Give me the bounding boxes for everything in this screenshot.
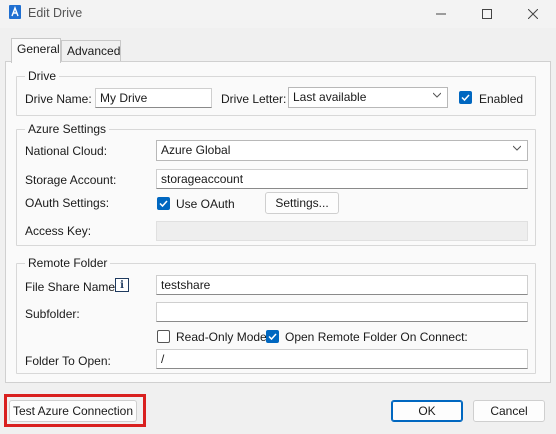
remote-folder-title: Remote Folder: [25, 256, 111, 270]
national-cloud-value: Azure Global: [161, 143, 231, 157]
minimize-button[interactable]: [418, 0, 464, 28]
oauth-settings-label: OAuth Settings:: [25, 196, 110, 210]
azure-settings-title: Azure Settings: [25, 122, 110, 136]
enabled-checkbox[interactable]: [459, 91, 472, 104]
chevron-down-icon: [513, 145, 521, 151]
folder-to-open-label: Folder To Open:: [25, 354, 111, 368]
azure-drive-icon: [9, 5, 21, 19]
chevron-down-icon: [433, 92, 441, 98]
storage-account-label: Storage Account:: [25, 173, 117, 187]
maximize-icon: [482, 9, 492, 19]
highlight-annotation: [4, 394, 146, 427]
drive-group-title: Drive: [25, 69, 60, 83]
enabled-label: Enabled: [479, 92, 524, 106]
close-icon: [528, 9, 538, 19]
info-icon[interactable]: i: [115, 278, 129, 292]
file-share-name-label: File Share Name:: [25, 280, 119, 294]
drive-letter-label: Drive Letter:: [221, 92, 287, 106]
national-cloud-select[interactable]: Azure Global: [156, 140, 528, 161]
subfolder-input[interactable]: [156, 302, 528, 322]
read-only-checkbox[interactable]: [157, 330, 170, 343]
maximize-button[interactable]: [464, 0, 510, 28]
ok-button[interactable]: OK: [391, 400, 463, 422]
drive-name-input[interactable]: My Drive: [95, 88, 212, 108]
subfolder-label: Subfolder:: [25, 307, 80, 321]
tab-advanced[interactable]: Advanced: [61, 40, 121, 62]
tab-general[interactable]: General: [11, 38, 61, 63]
close-button[interactable]: [510, 0, 556, 28]
cancel-button[interactable]: Cancel: [473, 400, 545, 422]
access-key-input[interactable]: [156, 221, 528, 241]
minimize-icon: [436, 13, 446, 15]
use-oauth-checkbox[interactable]: [157, 197, 170, 210]
drive-name-label: Drive Name:: [25, 92, 92, 106]
open-remote-folder-label: Open Remote Folder On Connect:: [285, 330, 468, 344]
read-only-label: Read-Only Mode: [176, 330, 267, 344]
drive-letter-value: Last available: [293, 90, 367, 104]
folder-to-open-input[interactable]: /: [156, 349, 528, 369]
drive-letter-select[interactable]: Last available: [288, 87, 448, 108]
checkmark-icon: [159, 200, 168, 208]
oauth-settings-button[interactable]: Settings...: [265, 192, 339, 214]
open-remote-folder-checkbox[interactable]: [266, 330, 279, 343]
national-cloud-label: National Cloud:: [25, 144, 108, 158]
storage-account-input[interactable]: storageaccount: [156, 169, 528, 189]
access-key-label: Access Key:: [25, 224, 92, 238]
file-share-name-input[interactable]: testshare: [156, 275, 528, 295]
checkmark-icon: [268, 333, 277, 341]
checkmark-icon: [461, 94, 470, 102]
use-oauth-label: Use OAuth: [176, 197, 235, 211]
window-title: Edit Drive: [28, 6, 83, 20]
